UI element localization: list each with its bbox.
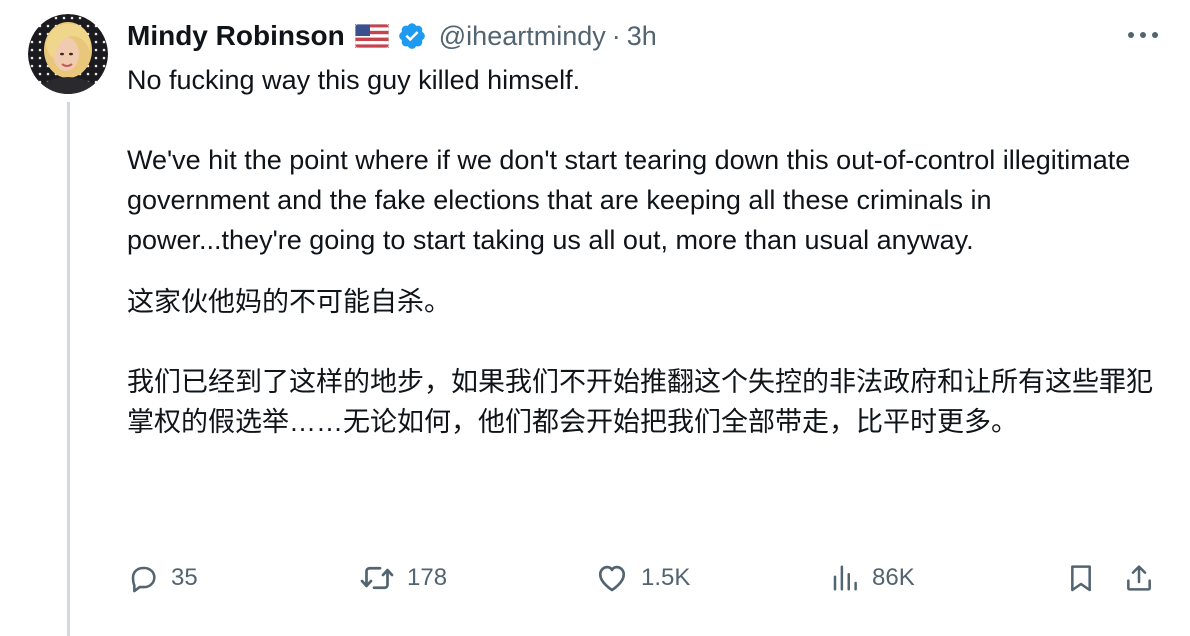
separator-dot: · xyxy=(611,20,621,51)
analytics-icon xyxy=(833,565,857,591)
tweet-header: Mindy Robinson @iheartmindy · 3h xyxy=(127,14,1160,58)
share-icon xyxy=(1127,565,1151,591)
reply-icon xyxy=(131,566,156,593)
retweet-icon xyxy=(360,566,394,590)
thread-line xyxy=(67,102,70,636)
tweet[interactable]: Mindy Robinson @iheartmindy · 3h No fuck… xyxy=(0,0,1190,636)
bookmark-button[interactable] xyxy=(1065,556,1097,600)
avatar[interactable] xyxy=(28,14,108,94)
more-options-icon[interactable] xyxy=(1126,20,1160,50)
views-count: 86K xyxy=(872,564,915,591)
tweet-paragraph-chinese-1: 这家伙他妈的不可能自杀。 xyxy=(127,287,451,317)
retweet-count: 178 xyxy=(407,564,448,591)
like-count: 1.5K xyxy=(641,564,691,591)
like-button[interactable]: 1.5K xyxy=(595,556,690,600)
bookmark-icon xyxy=(1071,565,1091,592)
share-button[interactable] xyxy=(1123,556,1155,600)
verified-badge-icon[interactable] xyxy=(397,21,427,51)
us-flag-icon xyxy=(354,24,389,48)
tweet-paragraph-english-2: We've hit the point where if we don't st… xyxy=(127,145,1138,255)
display-name[interactable]: Mindy Robinson xyxy=(127,20,345,52)
handle[interactable]: @iheartmindy xyxy=(439,21,606,52)
tweet-text: No fucking way this guy killed himself. … xyxy=(127,60,1167,442)
reply-count: 35 xyxy=(171,564,198,591)
reply-button[interactable]: 35 xyxy=(127,556,198,600)
retweet-button[interactable]: 178 xyxy=(359,556,447,600)
avatar-column xyxy=(28,14,108,94)
views-button[interactable]: 86K xyxy=(830,556,915,600)
heart-icon xyxy=(598,565,626,592)
tweet-paragraph-english-1: No fucking way this guy killed himself. xyxy=(127,65,581,95)
tweet-actions: 35 178 1.5K 86K xyxy=(127,556,1167,600)
tweet-paragraph-chinese-2: 我们已经到了这样的地步，如果我们不开始推翻这个失控的非法政府和让所有这些罪犯掌权… xyxy=(127,367,1153,437)
timestamp[interactable]: 3h xyxy=(627,21,657,52)
